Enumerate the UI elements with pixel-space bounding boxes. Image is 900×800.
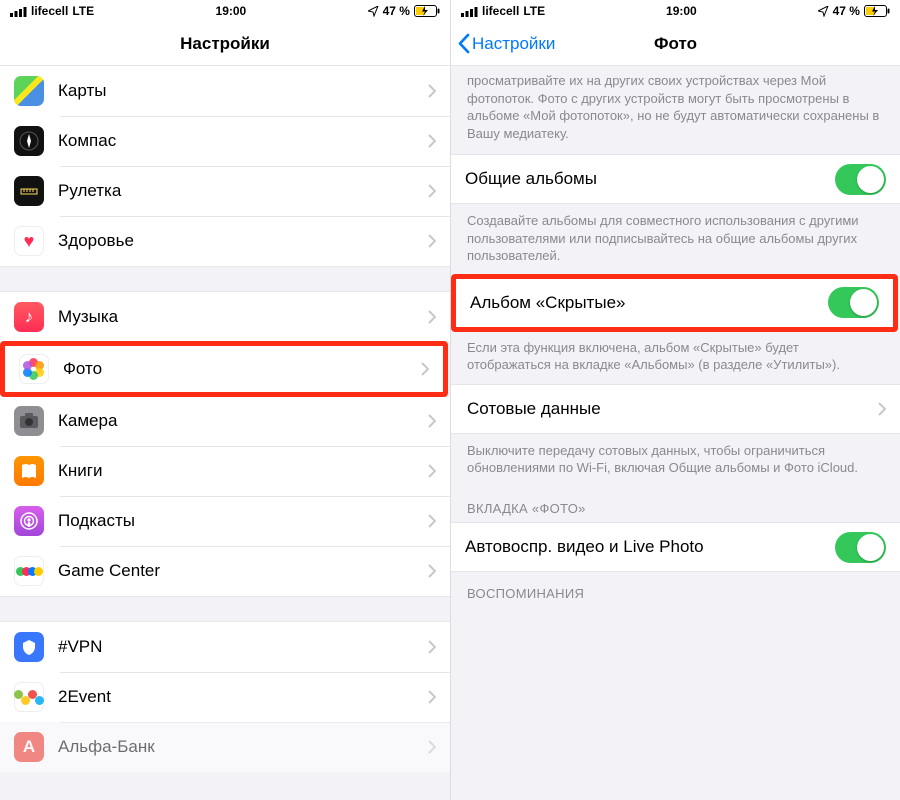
health-icon: ♥ (14, 226, 44, 256)
location-icon (818, 6, 829, 17)
row-label: Рулетка (44, 181, 428, 201)
row-label: Книги (44, 461, 428, 481)
music-icon: ♪ (14, 302, 44, 332)
row-label: 2Event (44, 687, 428, 707)
settings-row-2event[interactable]: 2Event (0, 672, 450, 722)
shared-albums-toggle[interactable] (835, 164, 886, 195)
battery-icon (414, 5, 440, 17)
settings-row-compass[interactable]: Компас (0, 116, 450, 166)
maps-icon (14, 76, 44, 106)
chevron-right-icon (428, 464, 450, 478)
carrier-label: lifecell (482, 4, 519, 18)
chevron-right-icon (428, 84, 450, 98)
page-title: Настройки (0, 34, 450, 54)
row-label: Альфа-Банк (44, 737, 428, 757)
network-label: LTE (523, 4, 545, 18)
row-label: Автовоспр. видео и Live Photo (465, 537, 835, 557)
status-bar: lifecell LTE 19:00 47 % (0, 0, 450, 22)
hidden-album-footer: Если эта функция включена, альбом «Скрыт… (451, 331, 900, 384)
2event-app-icon (14, 682, 44, 712)
chevron-right-icon (428, 514, 450, 528)
highlight-hidden-album-row: Альбом «Скрытые» (451, 274, 898, 332)
hidden-album-toggle[interactable] (828, 287, 879, 318)
photostream-footer: просматривайте их на других своих устрой… (451, 66, 900, 154)
books-icon (14, 456, 44, 486)
row-label: Сотовые данные (467, 399, 878, 419)
clock: 19:00 (666, 4, 697, 18)
row-label: Подкасты (44, 511, 428, 531)
back-button[interactable]: Настройки (451, 33, 555, 54)
row-label: Общие альбомы (465, 169, 835, 189)
back-label: Настройки (472, 34, 555, 54)
settings-root-screen: lifecell LTE 19:00 47 % Настройки Карты … (0, 0, 450, 800)
clock: 19:00 (216, 4, 247, 18)
autoplay-row[interactable]: Автовоспр. видео и Live Photo (451, 523, 900, 571)
chevron-right-icon (428, 184, 450, 198)
row-label: Музыка (44, 307, 428, 327)
cellular-data-row[interactable]: Сотовые данные (451, 385, 900, 433)
settings-list[interactable]: Карты Компас Рулетка ♥ Здоровье ♪ (0, 66, 450, 800)
hidden-album-row[interactable]: Альбом «Скрытые» (456, 279, 893, 327)
chevron-right-icon (428, 564, 450, 578)
signal-bars-icon (461, 6, 478, 17)
settings-row-vpn[interactable]: #VPN (0, 622, 450, 672)
network-label: LTE (72, 4, 94, 18)
battery-icon (864, 5, 890, 17)
row-label: Компас (44, 131, 428, 151)
settings-row-measure[interactable]: Рулетка (0, 166, 450, 216)
photos-icon (19, 354, 49, 384)
row-label: Фото (49, 359, 421, 379)
carrier-label: lifecell (31, 4, 68, 18)
ruler-icon (14, 176, 44, 206)
settings-row-camera[interactable]: Камера (0, 396, 450, 446)
alfa-app-icon: A (14, 732, 44, 762)
settings-row-photos[interactable]: Фото (5, 346, 443, 392)
chevron-right-icon (428, 310, 450, 324)
highlight-photos-row: Фото (0, 341, 448, 397)
row-label: Карты (44, 81, 428, 101)
chevron-right-icon (428, 234, 450, 248)
status-bar: lifecell LTE 19:00 47 % (451, 0, 900, 22)
gamecenter-icon (14, 556, 44, 586)
location-icon (368, 6, 379, 17)
chevron-right-icon (428, 414, 450, 428)
signal-bars-icon (10, 6, 27, 17)
podcasts-icon (14, 506, 44, 536)
photos-tab-header: ВКЛАДКА «ФОТО» (451, 487, 900, 522)
battery-percent: 47 % (383, 4, 410, 18)
vpn-app-icon (14, 632, 44, 662)
shared-albums-footer: Создавайте альбомы для совместного испол… (451, 204, 900, 275)
row-label: #VPN (44, 637, 428, 657)
settings-row-books[interactable]: Книги (0, 446, 450, 496)
row-label: Камера (44, 411, 428, 431)
chevron-right-icon (421, 362, 443, 376)
settings-row-music[interactable]: ♪ Музыка (0, 292, 450, 342)
row-label: Альбом «Скрытые» (470, 293, 828, 313)
autoplay-toggle[interactable] (835, 532, 886, 563)
chevron-right-icon (428, 640, 450, 654)
settings-row-alfabank[interactable]: A Альфа-Банк (0, 722, 450, 772)
chevron-right-icon (878, 402, 900, 416)
settings-row-gamecenter[interactable]: Game Center (0, 546, 450, 596)
settings-row-maps[interactable]: Карты (0, 66, 450, 116)
settings-row-health[interactable]: ♥ Здоровье (0, 216, 450, 266)
nav-bar: Настройки (0, 22, 450, 66)
camera-icon (14, 406, 44, 436)
memories-header: ВОСПОМИНАНИЯ (451, 572, 900, 601)
cellular-footer: Выключите передачу сотовых данных, чтобы… (451, 434, 900, 487)
row-label: Здоровье (44, 231, 428, 251)
photos-settings-screen: lifecell LTE 19:00 47 % Настройки Фото п… (450, 0, 900, 800)
row-label: Game Center (44, 561, 428, 581)
chevron-right-icon (428, 740, 450, 754)
shared-albums-row[interactable]: Общие альбомы (451, 155, 900, 203)
compass-icon (14, 126, 44, 156)
photos-settings-list[interactable]: просматривайте их на других своих устрой… (451, 66, 900, 800)
nav-bar: Настройки Фото (451, 22, 900, 66)
battery-percent: 47 % (833, 4, 860, 18)
settings-row-podcasts[interactable]: Подкасты (0, 496, 450, 546)
chevron-right-icon (428, 134, 450, 148)
chevron-right-icon (428, 690, 450, 704)
